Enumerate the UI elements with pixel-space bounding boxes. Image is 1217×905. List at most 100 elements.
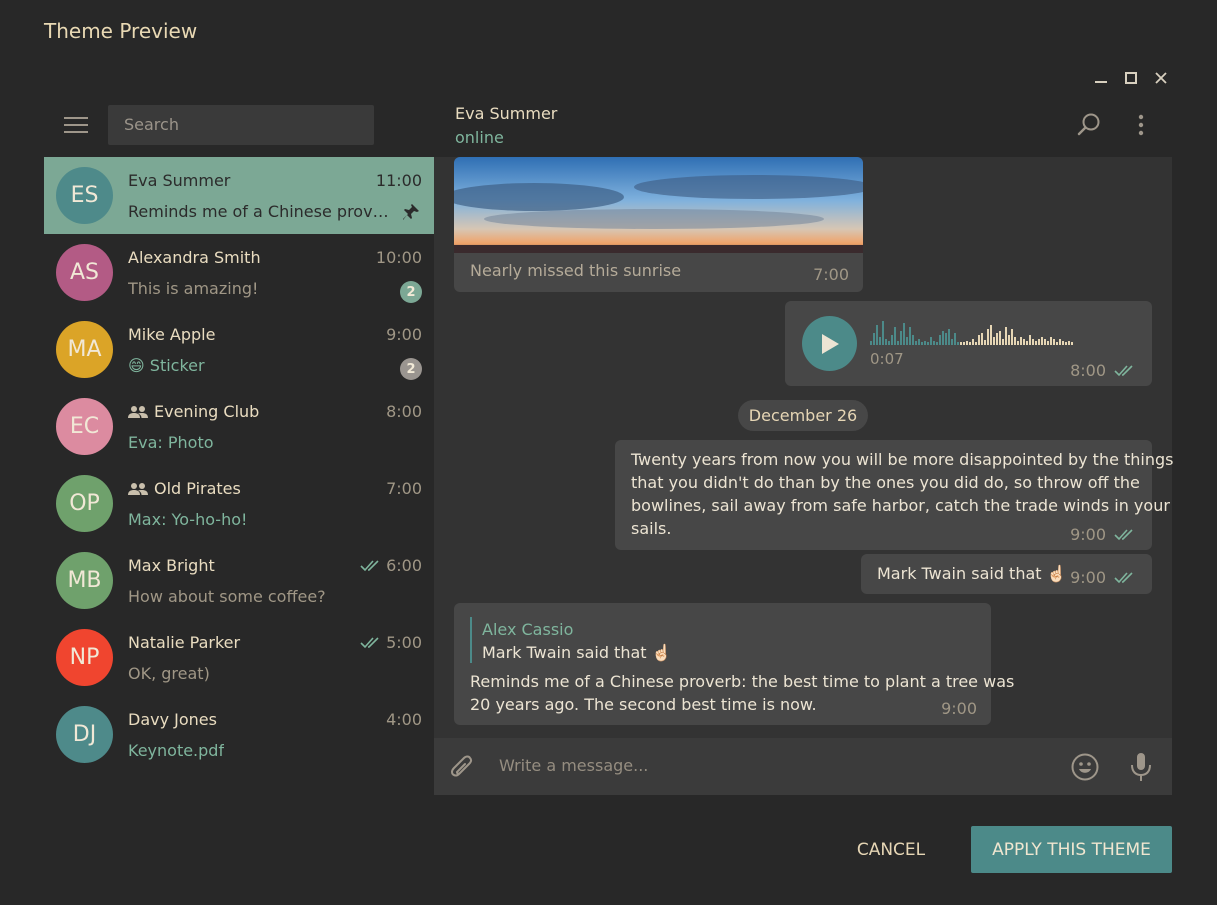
- waveform-bar: [897, 341, 899, 345]
- waveform-bar: [966, 341, 968, 345]
- hamburger-menu-icon[interactable]: [44, 92, 108, 157]
- waveform-bar: [1011, 329, 1013, 345]
- waveform-bar: [918, 339, 920, 345]
- chat-item-body: Alexandra Smith 10:00 This is amazing! 2: [128, 234, 422, 311]
- waveform-bar: [882, 321, 884, 345]
- long-message[interactable]: Twenty years from now you will be more d…: [615, 440, 1174, 550]
- photo-caption: Nearly missed this sunrise: [470, 261, 682, 280]
- waveform-bar: [1017, 341, 1019, 345]
- short-message[interactable]: Mark Twain said that ☝🏻 9:00: [861, 554, 1152, 594]
- waveform-bar: [963, 342, 965, 345]
- reply-time: 9:00: [941, 699, 977, 718]
- chat-list-item[interactable]: EC Evening Club 8:00 Eva: Photo: [44, 388, 434, 465]
- chat-name-label: Evening Club: [154, 402, 260, 421]
- chat-preview-text: Reminds me of a Chinese prover...: [128, 202, 390, 221]
- chat-name-label: Davy Jones: [128, 710, 217, 729]
- waveform-bar: [927, 342, 929, 345]
- minimize-icon[interactable]: [1094, 66, 1108, 90]
- chat-list-item[interactable]: AS Alexandra Smith 10:00 This is amazing…: [44, 234, 434, 311]
- chat-time-label: 6:00: [386, 556, 422, 575]
- chat-time-label: 9:00: [386, 325, 422, 344]
- waveform-bar: [999, 331, 1001, 345]
- chat-preview-text: This is amazing!: [128, 279, 259, 298]
- emoji-icon[interactable]: [1069, 751, 1101, 783]
- waveform-bar: [978, 335, 980, 345]
- cancel-button[interactable]: CANCEL: [840, 826, 942, 873]
- chat-item-body: Mike Apple 9:00 😄 Sticker 2: [128, 311, 422, 388]
- voice-message[interactable]: 0:07 8:00: [785, 301, 1152, 386]
- avatar-initials: ES: [70, 183, 99, 208]
- reply-line-1: Reminds me of a Chinese proverb: the bes…: [470, 672, 1015, 691]
- group-icon: [128, 405, 148, 418]
- short-message-time-label: 9:00: [1070, 568, 1106, 587]
- chat-preview: Reminds me of a Chinese prover...: [128, 202, 390, 221]
- waveform-bar: [1008, 335, 1010, 345]
- avatar-initials: DJ: [72, 722, 97, 747]
- photo-message[interactable]: Nearly missed this sunrise 7:00: [454, 157, 863, 292]
- chat-preview-text: Keynote.pdf: [128, 741, 225, 760]
- avatar-initials: EC: [69, 414, 100, 439]
- search-input[interactable]: Search: [108, 104, 374, 145]
- sunrise-photo[interactable]: [454, 157, 863, 292]
- chat-list-item[interactable]: NP Natalie Parker 5:00 OK, great): [44, 619, 434, 696]
- waveform-bar: [951, 339, 953, 345]
- chat-preview-text: Sticker: [149, 356, 205, 375]
- waveform-bar: [957, 342, 959, 345]
- apply-theme-button[interactable]: APPLY THIS THEME: [971, 826, 1172, 873]
- chat-preview-text: How about some coffee?: [128, 587, 326, 606]
- waveform-bar: [894, 327, 896, 345]
- reply-quote-text: Mark Twain said that ☝🏻: [482, 643, 672, 662]
- waveform-bar: [891, 335, 893, 345]
- chat-preview: This is amazing!: [128, 279, 258, 298]
- window-controls: [1094, 66, 1168, 90]
- chat-preview-emoji: 😄: [128, 356, 145, 375]
- waveform-bar: [1032, 339, 1034, 345]
- chat-list-item[interactable]: DJ Davy Jones 4:00 Keynote.pdf: [44, 696, 434, 773]
- paperclip-icon[interactable]: [446, 751, 478, 783]
- chat-time-label: 4:00: [386, 710, 422, 729]
- reply-quote-author: Alex Cassio: [482, 620, 574, 639]
- waveform-bar: [879, 337, 881, 345]
- waveform-bar: [1053, 339, 1055, 345]
- waveform-bar: [900, 331, 902, 345]
- waveform-bar: [1041, 337, 1043, 345]
- waveform-bar: [1014, 337, 1016, 345]
- chat-time: 6:00: [360, 556, 422, 575]
- chat-time: 11:00: [376, 171, 422, 190]
- chat-list-item[interactable]: MB Max Bright 6:00 How about some coffee…: [44, 542, 434, 619]
- waveform-bar: [1029, 335, 1031, 345]
- chat-preview-text: OK, great): [128, 664, 210, 683]
- long-message-time-label: 9:00: [1070, 525, 1106, 544]
- waveform-bar: [1050, 337, 1052, 345]
- close-icon[interactable]: [1154, 66, 1168, 90]
- maximize-icon[interactable]: [1124, 66, 1138, 90]
- waveform-bar: [960, 342, 962, 345]
- avatar: DJ: [56, 706, 113, 763]
- microphone-icon[interactable]: [1126, 751, 1156, 783]
- chat-name: Eva Summer: [128, 171, 230, 190]
- play-button[interactable]: [802, 316, 857, 371]
- waveform-bar: [942, 331, 944, 345]
- message-input[interactable]: Write a message...: [499, 756, 648, 775]
- waveform-bar: [984, 340, 986, 345]
- waveform-bar: [936, 342, 938, 345]
- double-check-icon: [1114, 364, 1133, 376]
- reply-message[interactable]: Alex Cassio Mark Twain said that ☝🏻 Remi…: [454, 603, 1014, 725]
- waveform-bar: [1044, 339, 1046, 345]
- avatar: EC: [56, 398, 113, 455]
- search-icon[interactable]: [1074, 110, 1104, 140]
- peer-name[interactable]: Eva Summer: [455, 104, 557, 123]
- chat-time: 7:00: [386, 479, 422, 498]
- chat-list-item[interactable]: ES Eva Summer 11:00 Reminds me of a Chin…: [44, 157, 434, 234]
- chat-list-item[interactable]: OP Old Pirates 7:00 Max: Yo-ho-ho!: [44, 465, 434, 542]
- avatar: AS: [56, 244, 113, 301]
- chat-time: 8:00: [386, 402, 422, 421]
- chat-preview: 😄 Sticker: [128, 356, 205, 375]
- chat-item-body: Max Bright 6:00 How about some coffee?: [128, 542, 422, 619]
- chat-list-item[interactable]: MA Mike Apple 9:00 😄 Sticker 2: [44, 311, 434, 388]
- chat-time: 5:00: [360, 633, 422, 652]
- more-vertical-icon[interactable]: [1126, 110, 1156, 140]
- waveform-bar: [933, 341, 935, 345]
- waveform-bar: [1023, 339, 1025, 345]
- chat-preview: How about some coffee?: [128, 587, 326, 606]
